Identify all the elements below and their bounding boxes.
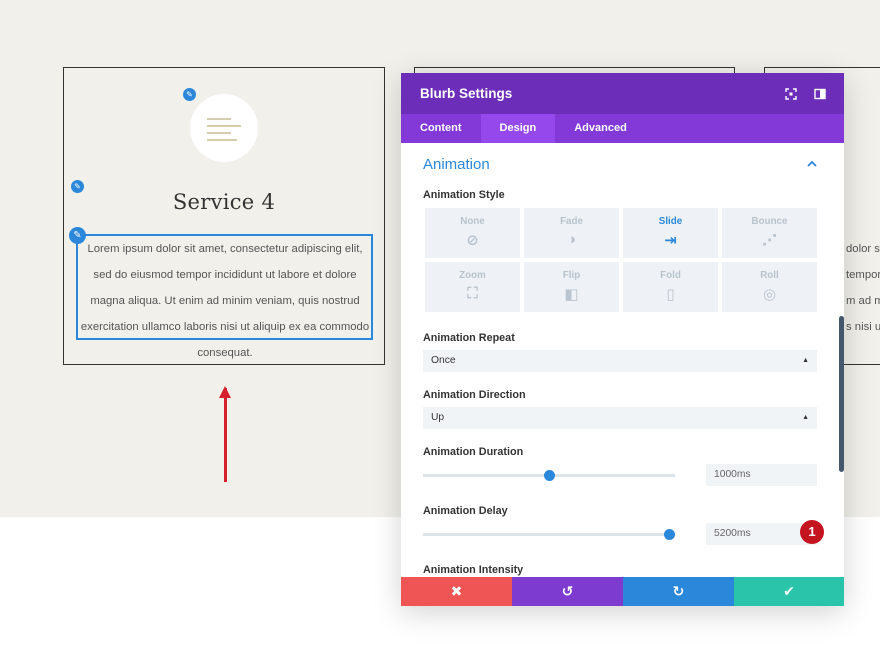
animation-delay-slider[interactable] (423, 529, 676, 540)
fullscreen-icon[interactable] (785, 87, 797, 100)
chevron-up-icon[interactable] (807, 159, 817, 171)
slider-handle[interactable] (664, 529, 676, 540)
animation-duration-input[interactable]: 1000ms (706, 464, 817, 486)
none-icon: ⊘ (466, 232, 479, 249)
animation-style-option-flip[interactable]: Flip ◧ (524, 262, 619, 312)
save-button[interactable]: ✔ (734, 577, 844, 606)
modal-tabs: Content Design Advanced (401, 114, 844, 143)
animation-style-option-bounce[interactable]: Bounce ⋰ (722, 208, 817, 258)
blurb-settings-modal: Blurb Settings Content Design Advanced A… (401, 73, 844, 606)
animation-style-label: Animation Style (423, 189, 505, 201)
tab-design[interactable]: Design (480, 114, 556, 143)
select-arrows-icon: ▲ (802, 357, 809, 364)
roll-icon: ◎ (762, 286, 777, 303)
checkmark-icon: ✔ (783, 583, 795, 599)
modal-title: Blurb Settings (420, 86, 513, 101)
option-label: Slide (658, 216, 683, 227)
partial-line: m ad m (846, 295, 880, 307)
section-title-animation[interactable]: Animation (423, 156, 490, 173)
flip-icon: ◧ (564, 286, 579, 303)
blurb-icon-circle (190, 94, 258, 162)
undo-icon: ↺ (561, 583, 574, 599)
select-arrows-icon: ▲ (802, 414, 809, 421)
option-label: Fold (660, 270, 681, 281)
animation-style-option-none[interactable]: None ⊘ (425, 208, 520, 258)
tab-advanced[interactable]: Advanced (555, 114, 646, 143)
tab-content[interactable]: Content (401, 114, 481, 143)
option-label: Zoom (459, 270, 486, 281)
partial-line: s nisi ut (846, 321, 880, 333)
blurb-title: Service 4 (172, 190, 276, 214)
animation-style-grid: None ⊘ Fade ◑ Slide ⇥ Bounce ⋰ Zoom ⛶ Flip ◧ Fold ▯ Ro… (425, 208, 817, 312)
partial-blurb-text: dolor s tempor m ad m s nisi ut (846, 236, 880, 340)
animation-delay-label: Animation Delay (423, 505, 508, 517)
option-label: None (460, 216, 485, 227)
fold-icon: ▯ (666, 286, 675, 303)
partial-line: dolor s (846, 243, 880, 255)
redo-icon: ↻ (672, 583, 685, 599)
animation-duration-slider[interactable] (423, 470, 675, 481)
cancel-button[interactable]: ✖ (401, 577, 512, 606)
zoom-icon: ⛶ (467, 285, 478, 302)
modal-footer: ✖ ↺ ↻ ✔ (401, 577, 844, 606)
blurb-body-text: Lorem ipsum dolor sit amet, consectetur … (80, 243, 370, 359)
select-value: Up (431, 412, 445, 423)
animation-style-option-slide[interactable]: Slide ⇥ (623, 208, 718, 258)
annotation-arrow (224, 388, 227, 482)
sidebar-toggle-icon[interactable] (814, 87, 826, 100)
redo-button[interactable]: ↻ (623, 577, 734, 606)
partial-line: tempor (846, 269, 880, 281)
fade-icon: ◑ (566, 231, 577, 248)
animation-style-option-roll[interactable]: Roll ◎ (722, 262, 817, 312)
animation-style-option-zoom[interactable]: Zoom ⛶ (425, 262, 520, 312)
animation-repeat-select[interactable]: Once ▲ (423, 350, 817, 372)
step-number-badge: 1 (800, 520, 824, 544)
modal-header: Blurb Settings (401, 73, 844, 114)
animation-duration-label: Animation Duration (423, 446, 524, 458)
undo-button[interactable]: ↺ (512, 577, 623, 606)
animation-style-option-fade[interactable]: Fade ◑ (524, 208, 619, 258)
option-label: Roll (760, 270, 779, 281)
close-icon: ✖ (450, 583, 463, 599)
animation-direction-label: Animation Direction (423, 389, 526, 401)
option-label: Fade (560, 216, 583, 227)
animation-intensity-label: Animation Intensity (423, 564, 524, 576)
option-label: Bounce (751, 216, 788, 227)
edit-pencil-icon[interactable]: ✎ (183, 88, 196, 101)
bounce-icon: ⋰ (762, 232, 777, 249)
modal-scrollbar[interactable] (839, 316, 844, 472)
slide-icon: ⇥ (664, 232, 677, 249)
animation-style-option-fold[interactable]: Fold ▯ (623, 262, 718, 312)
option-label: Flip (562, 270, 581, 281)
select-value: Once (431, 355, 456, 366)
text-lines-icon (207, 118, 241, 146)
animation-repeat-label: Animation Repeat (423, 332, 515, 344)
modal-body: Animation Animation Style None ⊘ Fade ◑ Slid… (401, 143, 844, 577)
slider-handle[interactable] (543, 470, 555, 481)
animation-direction-select[interactable]: Up ▲ (423, 407, 817, 429)
